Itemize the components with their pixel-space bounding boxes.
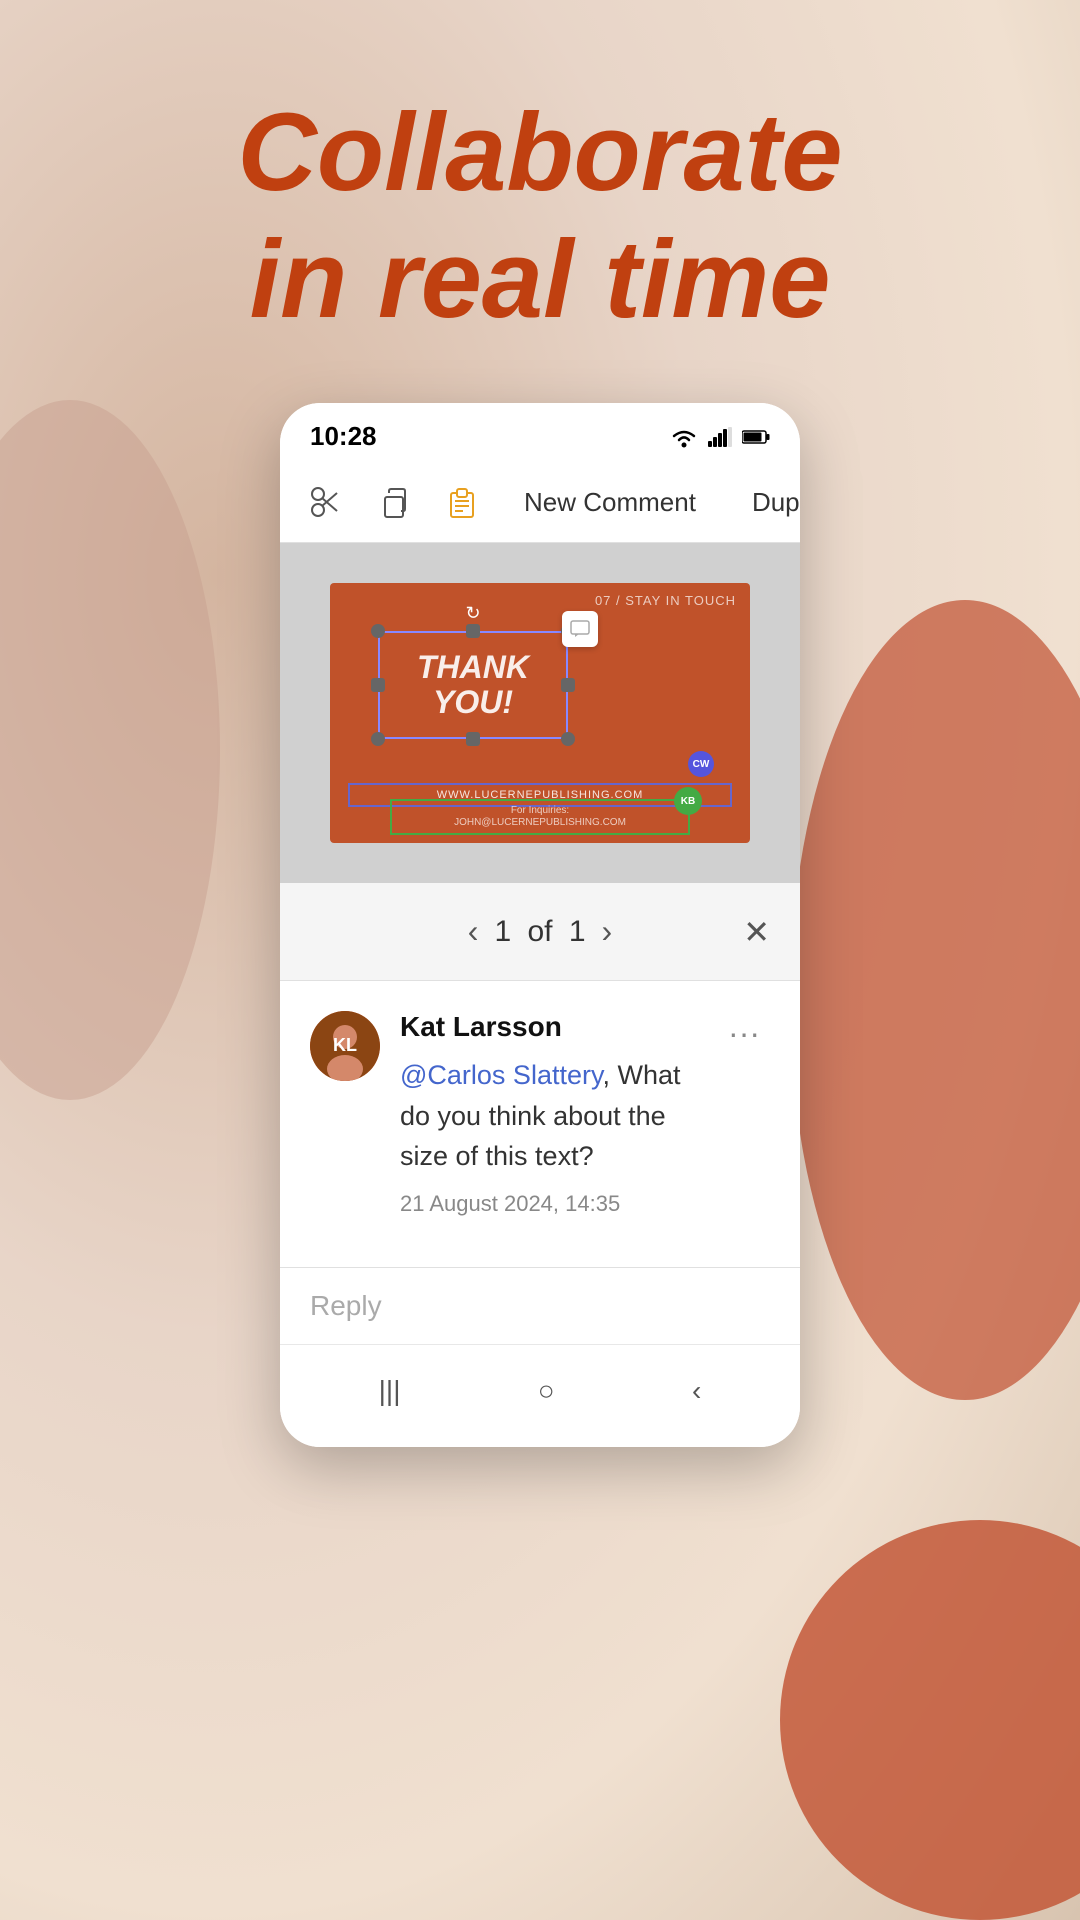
cw-badge: CW <box>688 751 714 777</box>
total-pages: 1 <box>569 915 586 948</box>
copy-icon <box>377 485 411 519</box>
comment-more-button[interactable]: ··· <box>718 1011 770 1056</box>
current-page: 1 <box>494 915 511 948</box>
copy-button[interactable] <box>368 476 420 528</box>
next-page-button[interactable]: › <box>586 905 629 958</box>
comment-timestamp: 21 August 2024, 14:35 <box>400 1191 698 1217</box>
battery-icon <box>742 429 770 445</box>
comment-header: KL Kat Larsson @Carlos Slattery, What do… <box>310 1011 770 1217</box>
rotate-handle[interactable]: ↻ <box>461 601 485 625</box>
slide: 07 / STAY IN TOUCH ↻ <box>330 583 750 843</box>
svg-text:KL: KL <box>333 1035 357 1055</box>
paste-icon <box>445 485 479 519</box>
nav-home-button[interactable]: ○ <box>508 1365 585 1417</box>
commenter-name: Kat Larsson <box>400 1011 698 1043</box>
nav-menu-button[interactable]: ||| <box>349 1365 431 1417</box>
paste-button[interactable] <box>436 476 488 528</box>
back-icon: ‹ <box>692 1375 701 1407</box>
pagination-row: ‹ 1 of 1 › ✕ <box>310 905 770 958</box>
page-indicator: 1 of 1 <box>494 915 585 949</box>
status-time: 10:28 <box>310 421 377 452</box>
prev-page-button[interactable]: ‹ <box>452 905 495 958</box>
title-line1: Collaborate <box>237 91 842 214</box>
thank-you-text: THANKYOU! <box>378 631 568 739</box>
pagination-bar: ‹ 1 of 1 › ✕ <box>280 883 800 981</box>
phone-mockup: 10:28 <box>280 403 800 1447</box>
canvas-area: 07 / STAY IN TOUCH ↻ <box>280 543 800 883</box>
scissors-icon <box>309 485 343 519</box>
inquiry-text: For Inquiries: JOHN@LUCERNEPUBLISHING.CO… <box>454 805 626 829</box>
menu-icon: ||| <box>379 1375 401 1407</box>
nav-back-button[interactable]: ‹ <box>662 1365 731 1417</box>
comment-mention: @Carlos Slattery <box>400 1060 602 1090</box>
comment-text: @Carlos Slattery, What do you think abou… <box>400 1055 698 1177</box>
comment-icon <box>570 620 590 638</box>
avatar-image: KL <box>310 1011 380 1081</box>
status-bar: 10:28 <box>280 403 800 462</box>
reply-area[interactable]: Reply <box>280 1267 800 1344</box>
avatar: KL <box>310 1011 380 1081</box>
comment-section: KL Kat Larsson @Carlos Slattery, What do… <box>280 981 800 1267</box>
hero-section: Collaborate in real time <box>0 0 1080 403</box>
new-comment-button[interactable]: New Comment <box>504 477 716 528</box>
comment-body: Kat Larsson @Carlos Slattery, What do yo… <box>400 1011 698 1217</box>
slide-label: 07 / STAY IN TOUCH <box>595 593 736 608</box>
page-separator: of <box>527 915 552 948</box>
wifi-icon <box>670 426 698 448</box>
title-line2: in real time <box>250 218 831 341</box>
kb-badge: KB <box>674 787 702 815</box>
signal-icon <box>708 427 732 447</box>
selected-element[interactable]: ↻ THANKYOU! <box>378 631 568 739</box>
cut-button[interactable] <box>300 476 352 528</box>
duplicate-button[interactable]: Duplicate <box>732 477 800 528</box>
home-icon: ○ <box>538 1375 555 1407</box>
nav-bar: ||| ○ ‹ <box>280 1344 800 1447</box>
hero-title: Collaborate in real time <box>0 90 1080 343</box>
inquiry-box: For Inquiries: JOHN@LUCERNEPUBLISHING.CO… <box>390 799 690 835</box>
close-button[interactable]: ✕ <box>743 913 770 951</box>
toolbar: New Comment Duplicate Delete <box>280 462 800 543</box>
status-icons <box>670 426 770 448</box>
reply-input[interactable]: Reply <box>310 1290 770 1322</box>
